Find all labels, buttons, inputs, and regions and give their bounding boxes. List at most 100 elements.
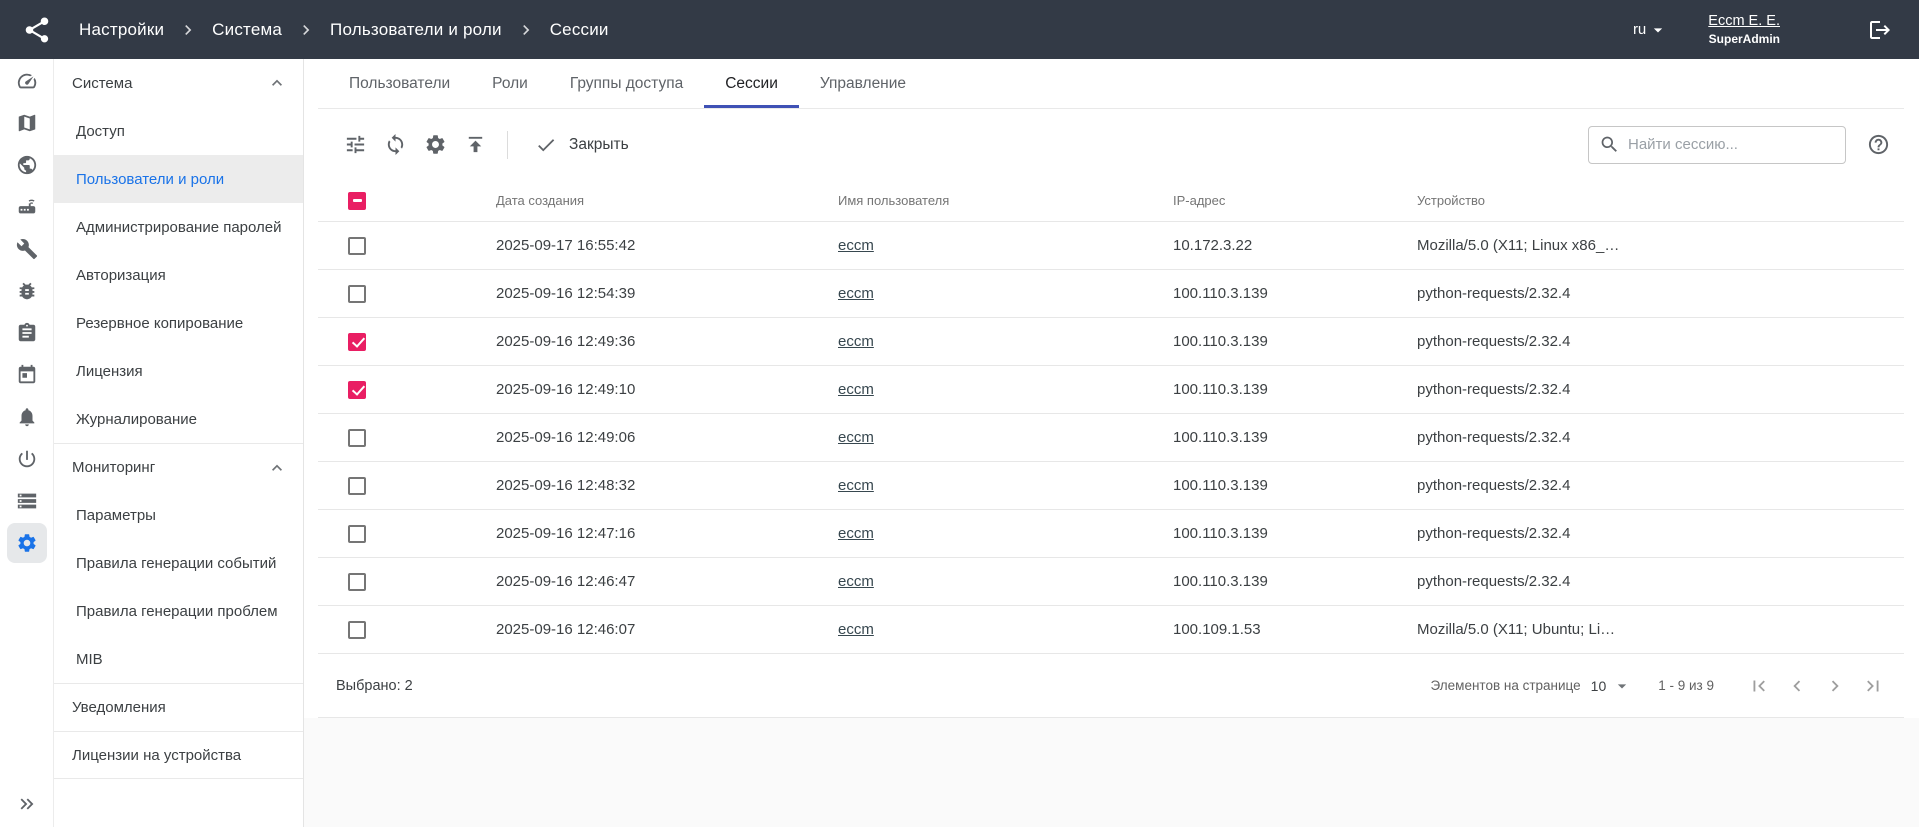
session-user-cell: eccm	[838, 573, 1173, 590]
sidebar-item[interactable]: Администрирование паролей	[54, 203, 303, 251]
rail-item-uptime[interactable]	[7, 439, 47, 479]
last-page-icon	[1862, 675, 1884, 697]
breadcrumb-item[interactable]: Система	[212, 20, 282, 40]
wrench-icon	[16, 238, 38, 260]
prev-page-button[interactable]	[1780, 669, 1814, 703]
column-header[interactable]: Дата создания	[496, 193, 838, 208]
sidebar-item[interactable]: Лицензия	[54, 347, 303, 395]
sync-button[interactable]	[376, 126, 414, 164]
table-row: 2025-09-16 12:46:47eccm100.110.3.139pyth…	[318, 558, 1904, 606]
sidebar-section-label: Система	[72, 75, 132, 92]
sidebar-item[interactable]: Журналирование	[54, 395, 303, 443]
session-user-cell: eccm	[838, 333, 1173, 350]
row-checkbox[interactable]	[348, 477, 366, 495]
row-checkbox[interactable]	[348, 429, 366, 447]
first-page-icon	[1748, 675, 1770, 697]
table-row: 2025-09-16 12:47:16eccm100.110.3.139pyth…	[318, 510, 1904, 558]
breadcrumb-item[interactable]: Сессии	[550, 20, 609, 40]
session-device-cell: python-requests/2.32.4	[1417, 285, 1904, 302]
selected-count: Выбрано: 2	[336, 678, 413, 694]
rail-item-map[interactable]	[7, 103, 47, 143]
rail-item-calendar[interactable]	[7, 355, 47, 395]
column-header[interactable]: Имя пользователя	[838, 193, 1173, 208]
column-header[interactable]: Устройство	[1417, 193, 1904, 208]
help-button[interactable]	[1860, 127, 1896, 163]
search-box[interactable]	[1588, 126, 1846, 164]
row-checkbox[interactable]	[348, 381, 366, 399]
rail-item-wrench[interactable]	[7, 229, 47, 269]
upload-button[interactable]	[456, 126, 494, 164]
row-checkbox-cell	[348, 332, 496, 350]
sidebar-section[interactable]: Система	[54, 59, 303, 107]
row-checkbox[interactable]	[348, 621, 366, 639]
rail-item-router[interactable]	[7, 187, 47, 227]
sidebar-section[interactable]: Мониторинг	[54, 443, 303, 491]
user-name[interactable]: Eccm E. E.	[1708, 12, 1780, 30]
sidebar-section[interactable]: Уведомления	[54, 683, 303, 731]
sidebar-item[interactable]: Доступ	[54, 107, 303, 155]
user-link[interactable]: eccm	[838, 525, 874, 542]
rail-item-globe[interactable]	[7, 145, 47, 185]
language-selector[interactable]: ru	[1633, 20, 1668, 40]
rail-item-tasks[interactable]	[7, 313, 47, 353]
rail-item-bell[interactable]	[7, 397, 47, 437]
row-checkbox[interactable]	[348, 237, 366, 255]
gear-button[interactable]	[416, 126, 454, 164]
session-user-cell: eccm	[838, 381, 1173, 398]
expand-sidebar-button[interactable]	[16, 793, 38, 815]
user-menu[interactable]: Eccm E. E. SuperAdmin	[1708, 12, 1780, 46]
toolbar: Закрыть	[318, 109, 1904, 180]
gear-icon	[424, 133, 447, 156]
per-page-select[interactable]: 10	[1591, 676, 1633, 696]
bug-icon	[16, 280, 38, 302]
sidebar-item[interactable]: Правила генерации событий	[54, 539, 303, 587]
user-link[interactable]: eccm	[838, 573, 874, 590]
user-link[interactable]: eccm	[838, 285, 874, 302]
breadcrumb-item[interactable]: Настройки	[79, 20, 164, 40]
close-session-button[interactable]: Закрыть	[521, 126, 643, 164]
toolbar-icons	[336, 126, 494, 164]
rail-item-dashboard[interactable]	[7, 61, 47, 101]
sidebar-item[interactable]: Резервное копирование	[54, 299, 303, 347]
logout-button[interactable]	[1868, 18, 1892, 42]
last-page-button[interactable]	[1856, 669, 1890, 703]
tune-icon	[344, 133, 367, 156]
user-link[interactable]: eccm	[838, 477, 874, 494]
pager: Элементов на странице 10 1 - 9 из 9	[1431, 669, 1900, 703]
sidebar-item[interactable]: Параметры	[54, 491, 303, 539]
sidebar-section-label: Лицензии на устройства	[72, 747, 241, 764]
app-logo-icon[interactable]	[22, 15, 52, 45]
sidebar-section[interactable]: Лицензии на устройства	[54, 731, 303, 779]
tab[interactable]: Сессии	[704, 59, 799, 108]
tab[interactable]: Пользователи	[328, 59, 471, 108]
first-page-button[interactable]	[1742, 669, 1776, 703]
user-link[interactable]: eccm	[838, 237, 874, 254]
sidebar-item[interactable]: Правила генерации проблем	[54, 587, 303, 635]
row-checkbox[interactable]	[348, 333, 366, 351]
breadcrumb: Настройки Система Пользователи и роли Сесси…	[79, 20, 609, 40]
tab[interactable]: Управление	[799, 59, 927, 108]
user-link[interactable]: eccm	[838, 333, 874, 350]
user-link[interactable]: eccm	[838, 621, 874, 638]
select-all-checkbox[interactable]	[348, 192, 366, 210]
sidebar-item[interactable]: Авторизация	[54, 251, 303, 299]
sidebar-item[interactable]: Пользователи и роли	[54, 155, 303, 203]
rail-item-bug[interactable]	[7, 271, 47, 311]
column-header[interactable]: IP-адрес	[1173, 193, 1417, 208]
search-input[interactable]	[1628, 136, 1835, 153]
tab[interactable]: Группы доступа	[549, 59, 704, 108]
sidebar-item[interactable]: MIB	[54, 635, 303, 683]
tune-button[interactable]	[336, 126, 374, 164]
rail-item-settings[interactable]	[7, 523, 47, 563]
tab[interactable]: Роли	[471, 59, 549, 108]
breadcrumb-item[interactable]: Пользователи и роли	[330, 20, 502, 40]
user-link[interactable]: eccm	[838, 381, 874, 398]
row-checkbox-cell	[348, 428, 496, 446]
next-page-button[interactable]	[1818, 669, 1852, 703]
row-checkbox[interactable]	[348, 285, 366, 303]
rail-item-server[interactable]	[7, 481, 47, 521]
row-checkbox[interactable]	[348, 573, 366, 591]
session-device-cell: python-requests/2.32.4	[1417, 429, 1904, 446]
row-checkbox[interactable]	[348, 525, 366, 543]
user-link[interactable]: eccm	[838, 429, 874, 446]
